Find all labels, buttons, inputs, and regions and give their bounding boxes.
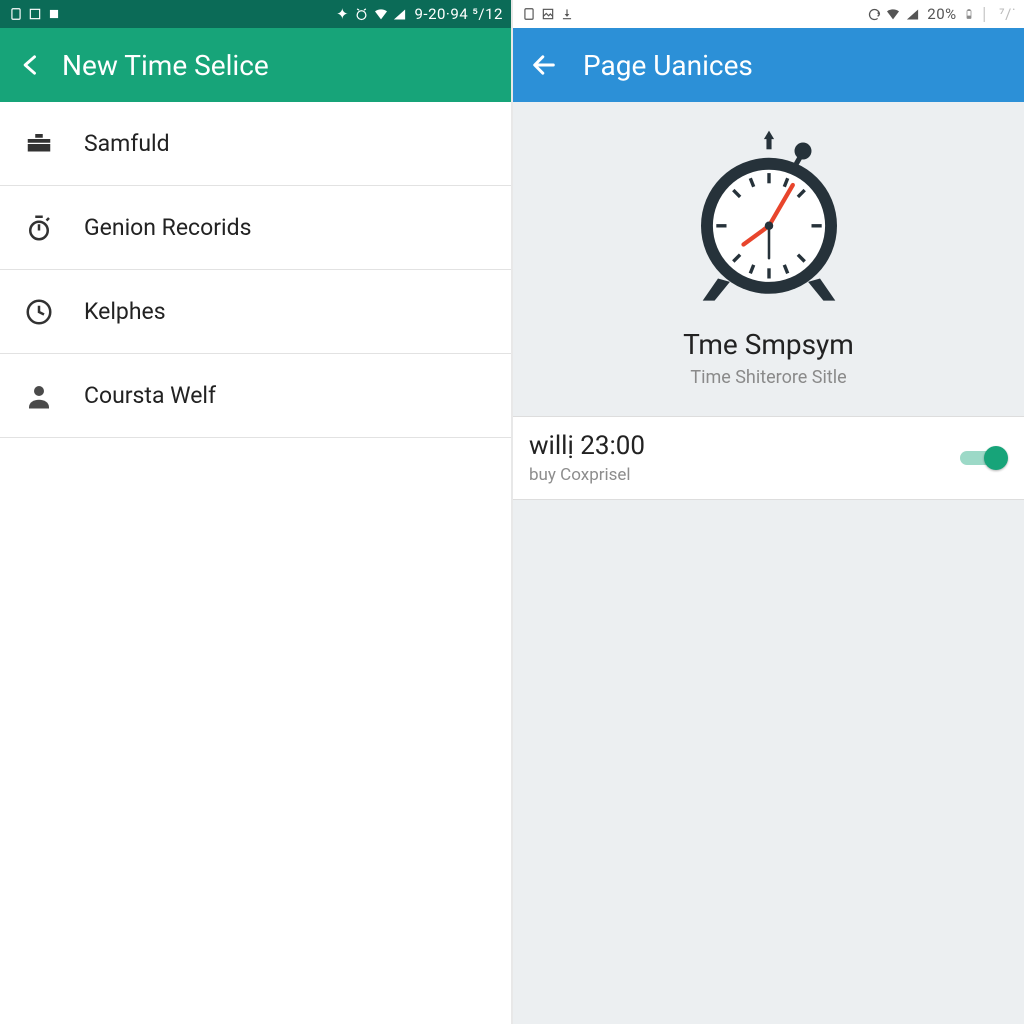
back-button[interactable] xyxy=(14,51,48,79)
list-item-label: Coursta Welf xyxy=(84,382,216,409)
list-item-kelphes[interactable]: Kelphes xyxy=(0,270,511,354)
list-item-label: Samfuld xyxy=(84,130,170,157)
statusbar-left: ✦ 9-20·94 ⁵/12 xyxy=(0,0,511,28)
signal-icon xyxy=(904,6,920,22)
setting-row[interactable]: willị 23:00 buy Coxprisel xyxy=(513,416,1024,500)
status-time: 9-20·94 ⁵/12 xyxy=(415,5,504,23)
wifi-icon xyxy=(885,6,901,22)
hero-subtitle: Time Shiterore Sitle xyxy=(690,367,846,388)
person-icon xyxy=(22,379,56,413)
appbar-left: New Time Selice xyxy=(0,28,511,102)
screen-right: 20% ⎸⁷/˙ Page Uanices xyxy=(513,0,1024,1024)
briefcase-icon xyxy=(22,127,56,161)
tablet-icon xyxy=(8,6,24,22)
hero-panel: Tme Smpsym Time Shiterore Sitle xyxy=(513,102,1024,416)
download-icon xyxy=(559,6,575,22)
statusbar-right: 20% ⎸⁷/˙ xyxy=(513,0,1024,28)
list-item-samfuld[interactable]: Samfuld xyxy=(0,102,511,186)
page-title: Page Uanices xyxy=(583,49,753,82)
list-item-coursta-welf[interactable]: Coursta Welf xyxy=(0,354,511,438)
setting-primary: willị 23:00 xyxy=(529,431,960,461)
status-extra: ⎸⁷/˙ xyxy=(984,5,1016,23)
battery-text: 20% xyxy=(927,5,956,23)
screen-left: ✦ 9-20·94 ⁵/12 New Time Selice Samfuld xyxy=(0,0,513,1024)
page-title: New Time Selice xyxy=(62,49,269,82)
sparkle-icon: ✦ xyxy=(335,6,351,22)
appbar-right: Page Uanices xyxy=(513,28,1024,102)
list-item-label: Genion Recorids xyxy=(84,214,251,241)
wifi-icon xyxy=(373,6,389,22)
alarm-clock-icon xyxy=(684,124,854,314)
setting-secondary: buy Coxprisel xyxy=(529,465,960,485)
stopwatch-icon xyxy=(22,211,56,245)
list-item-genion-recorids[interactable]: Genion Recorids xyxy=(0,186,511,270)
toggle-switch[interactable] xyxy=(960,445,1006,471)
list-item-label: Kelphes xyxy=(84,298,166,325)
battery-icon xyxy=(961,6,977,22)
alarm-status-icon xyxy=(354,6,370,22)
image-icon xyxy=(540,6,556,22)
tablet-icon xyxy=(521,6,537,22)
setting-text: willị 23:00 buy Coxprisel xyxy=(529,431,960,485)
back-button[interactable] xyxy=(527,51,561,79)
clock-icon xyxy=(22,295,56,329)
signal-icon xyxy=(392,6,408,22)
square-filled-icon xyxy=(46,6,62,22)
hero-title: Tme Smpsym xyxy=(683,328,854,361)
sync-icon xyxy=(866,6,882,22)
list: Samfuld Genion Recorids Kelphes Coursta … xyxy=(0,102,511,438)
square-icon xyxy=(27,6,43,22)
